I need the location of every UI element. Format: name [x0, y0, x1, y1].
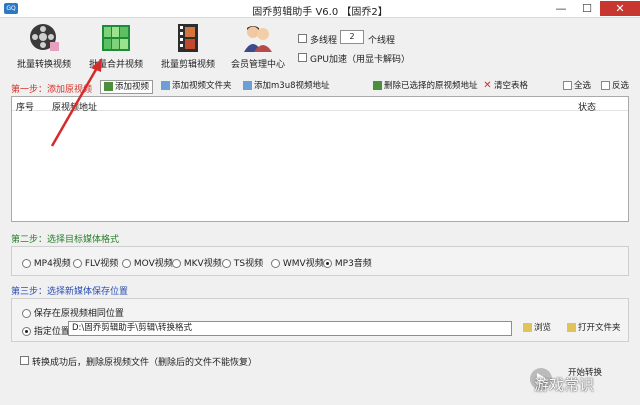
invert-selection-button[interactable]: 反选 [598, 80, 632, 94]
clear-table-button[interactable]: ✕ 清空表格 [480, 80, 531, 94]
radio [271, 259, 280, 268]
add-folder-icon [161, 81, 170, 90]
batch-merge-button[interactable]: 批量合并视频 [80, 22, 152, 72]
add-video-button[interactable]: 添加视频 [100, 80, 154, 94]
users-icon [242, 22, 274, 54]
col-index[interactable]: 序号 [16, 100, 34, 113]
toolbar-label: 会员管理中心 [230, 60, 285, 70]
radio [73, 259, 82, 268]
format-flv[interactable]: FLV视频 [73, 256, 118, 269]
film-reel-icon [28, 22, 60, 54]
multithread-checkbox[interactable] [298, 34, 307, 43]
clear-x-icon: ✕ [483, 80, 492, 91]
thread-count-input[interactable]: 2 [340, 30, 364, 44]
delete-after-label: 转换成功后，删除原视频文件（删除后的文件不能恢复） [32, 358, 258, 368]
watermark-text: 游戏常识 [534, 376, 595, 394]
add-folder-button[interactable]: 添加视频文件夹 [158, 80, 235, 94]
start-convert-button[interactable]: 开始转换 游戏常识 [520, 360, 620, 396]
open-folder-button[interactable]: 打开文件夹 [564, 322, 624, 336]
minimize-button[interactable]: — [548, 1, 574, 16]
toolbar-label: 批量合并视频 [88, 60, 143, 70]
delete-list-icon [373, 81, 382, 90]
maximize-button[interactable]: ☐ [574, 1, 600, 16]
radio [22, 259, 31, 268]
radio-selected [22, 327, 31, 336]
save-same-option[interactable]: 保存在原视频相同位置 [22, 306, 124, 319]
step3-label: 第三步：选择新媒体保存位置 [11, 287, 129, 297]
save-path-input[interactable]: D:\固乔剪辑助手\剪辑\转换格式 [68, 321, 512, 336]
format-wmv[interactable]: WMV视频 [271, 256, 324, 269]
radio [22, 309, 31, 318]
video-table[interactable]: 序号 原视频地址 状态 [11, 96, 629, 222]
step2-label: 第二步：选择目标媒体格式 [11, 235, 120, 245]
title-bar: GQ 固乔剪辑助手 V6.0 【固乔2】 — ☐ ✕ [0, 0, 640, 18]
format-mp4[interactable]: MP4视频 [22, 256, 71, 269]
radio [122, 259, 131, 268]
select-all-icon [563, 81, 572, 90]
radio [222, 259, 231, 268]
window-title: 固乔剪辑助手 V6.0 【固乔2】 [252, 7, 388, 18]
member-center-button[interactable]: 会员管理中心 [222, 22, 294, 72]
col-status[interactable]: 状态 [578, 100, 596, 113]
open-folder-icon [567, 323, 576, 332]
gpu-checkbox[interactable] [298, 53, 307, 62]
step1-label: 第一步：添加原视频 [11, 85, 93, 95]
toolbar-label: 批量转换视频 [16, 60, 71, 70]
multithread-label: 多线程 [310, 36, 338, 46]
radio-selected [323, 259, 332, 268]
table-header: 序号 原视频地址 状态 [12, 97, 628, 113]
gpu-label: GPU加速（用显卡解码） [310, 55, 410, 65]
batch-convert-button[interactable]: 批量转换视频 [8, 22, 80, 72]
film-strip-icon [172, 22, 204, 54]
radio [172, 259, 181, 268]
select-all-button[interactable]: 全选 [560, 80, 594, 94]
folder-icon [523, 323, 532, 332]
col-source-path[interactable]: 原视频地址 [52, 100, 97, 113]
format-mov[interactable]: MOV视频 [122, 256, 173, 269]
thread-unit-label: 个线程 [368, 36, 396, 46]
format-mkv[interactable]: MKV视频 [172, 256, 222, 269]
add-video-icon [104, 82, 113, 91]
browse-button[interactable]: 浏览 [520, 322, 554, 336]
merge-tiles-icon [100, 22, 132, 54]
delete-after-checkbox[interactable] [20, 356, 29, 365]
close-button[interactable]: ✕ [600, 1, 640, 16]
save-custom-option[interactable]: 指定位置 [22, 324, 70, 337]
delete-selected-button[interactable]: 删除已选择的原视频地址 [370, 80, 481, 94]
toolbar-label: 批量剪辑视频 [160, 60, 215, 70]
add-m3u8-button[interactable]: 添加m3u8视频地址 [240, 80, 332, 94]
invert-icon [601, 81, 610, 90]
batch-edit-button[interactable]: 批量剪辑视频 [152, 22, 224, 72]
format-mp3[interactable]: MP3音频 [323, 256, 372, 269]
add-link-icon [243, 81, 252, 90]
format-ts[interactable]: TS视频 [222, 256, 263, 269]
